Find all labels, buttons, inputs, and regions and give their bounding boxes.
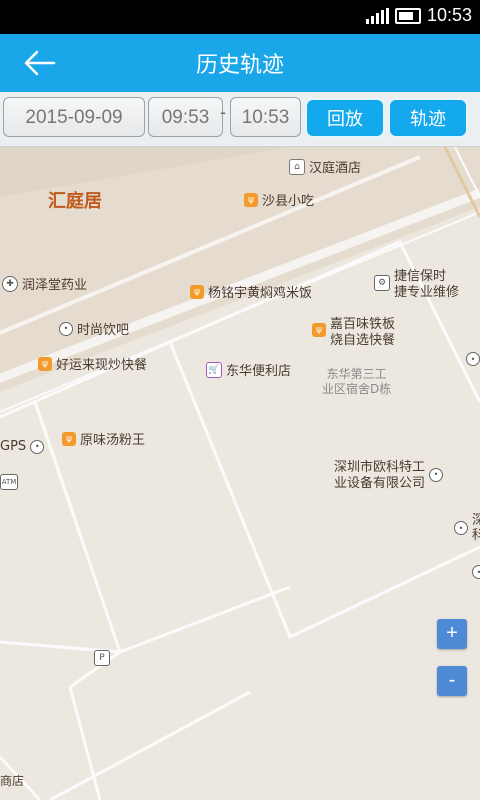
hotel-icon: ⌂ — [289, 158, 305, 175]
signal-icon — [365, 7, 389, 24]
poi-dot-icon: • — [466, 352, 480, 366]
poi-dot-icon: • — [472, 565, 480, 579]
poi-tieban[interactable]: ψ 嘉百味铁板 烧自选快餐 — [312, 317, 395, 349]
poi-convenience-store[interactable]: 🛒 东华便利店 — [206, 360, 291, 379]
poi-noodle[interactable]: ψ 原味汤粉王 — [62, 429, 145, 448]
zoom-in-button[interactable]: + — [437, 619, 467, 649]
car-repair-icon: ⚙ — [374, 275, 390, 291]
poi-right-edge[interactable]: • 深科 — [454, 513, 480, 543]
query-controls: 2015-09-09 09:53 - 10:53 回放 轨迹 — [0, 92, 480, 147]
poi-edge-dot[interactable]: • — [466, 352, 480, 366]
status-icons: 10:53 — [365, 5, 472, 26]
poi-edge-dot-2[interactable]: • — [472, 565, 480, 579]
poi-fastfood[interactable]: ψ 好运来现炒快餐 — [38, 354, 147, 373]
poi-chicken-rice[interactable]: ψ 杨铭宇黄焖鸡米饭 — [190, 282, 312, 301]
poi-company[interactable]: 深圳市欧科特工 业设备有限公司 • — [334, 460, 444, 492]
restaurant-icon: ψ — [62, 431, 76, 446]
poi-parking[interactable]: P — [94, 650, 110, 666]
poi-dot-icon: • — [30, 439, 45, 454]
atm-icon: ATM — [0, 474, 18, 490]
poi-drink-bar[interactable]: • 时尚饮吧 — [59, 319, 129, 338]
poi-dot-icon: • — [59, 321, 73, 336]
restaurant-icon: ψ — [244, 192, 258, 207]
clock: 10:53 — [426, 5, 472, 25]
battery-icon — [394, 7, 421, 24]
poi-shop-edge: 商店 — [0, 774, 25, 788]
map-view[interactable]: 汇庭居 ⌂ 汉庭酒店 ψ 沙县小吃 ✚ 润泽堂药业 ψ 杨铭宇黄焖鸡米饭 ⚙ 捷信保时捷… — [0, 147, 480, 800]
zoom-out-button[interactable]: - — [437, 666, 467, 696]
time-separator: - — [220, 102, 226, 122]
parking-icon: P — [94, 650, 110, 666]
pharmacy-icon: ✚ — [2, 275, 18, 292]
poi-dot-icon: • — [429, 468, 444, 482]
shopping-cart-icon: 🛒 — [206, 361, 222, 378]
poi-gps[interactable]: GPS • — [0, 439, 45, 454]
app-bar: 历史轨迹 — [0, 34, 480, 92]
track-button[interactable]: 轨迹 — [388, 98, 468, 138]
area-label-dorm: 东华第三工 业区宿舍D栋 — [322, 367, 392, 396]
poi-dot-icon: • — [454, 521, 468, 535]
poi-pharmacy[interactable]: ✚ 润泽堂药业 — [2, 274, 87, 293]
playback-button[interactable]: 回放 — [305, 98, 385, 138]
restaurant-icon: ψ — [190, 284, 204, 299]
page-title: 历史轨迹 — [195, 53, 284, 78]
restaurant-icon: ψ — [312, 323, 326, 337]
end-time-field[interactable]: 10:53 — [230, 97, 301, 137]
poi-hotel[interactable]: ⌂ 汉庭酒店 — [289, 157, 361, 176]
poi-auto-repair[interactable]: ⚙ 捷信保时 捷专业维修 — [374, 269, 459, 301]
district-label: 汇庭居 — [48, 191, 102, 212]
date-field[interactable]: 2015-09-09 — [3, 97, 145, 137]
poi-snack[interactable]: ψ 沙县小吃 — [244, 190, 314, 209]
status-bar: 10:53 — [0, 0, 480, 34]
start-time-field[interactable]: 09:53 — [148, 97, 223, 137]
poi-atm[interactable]: ATM — [0, 474, 18, 490]
restaurant-icon: ψ — [38, 356, 52, 371]
